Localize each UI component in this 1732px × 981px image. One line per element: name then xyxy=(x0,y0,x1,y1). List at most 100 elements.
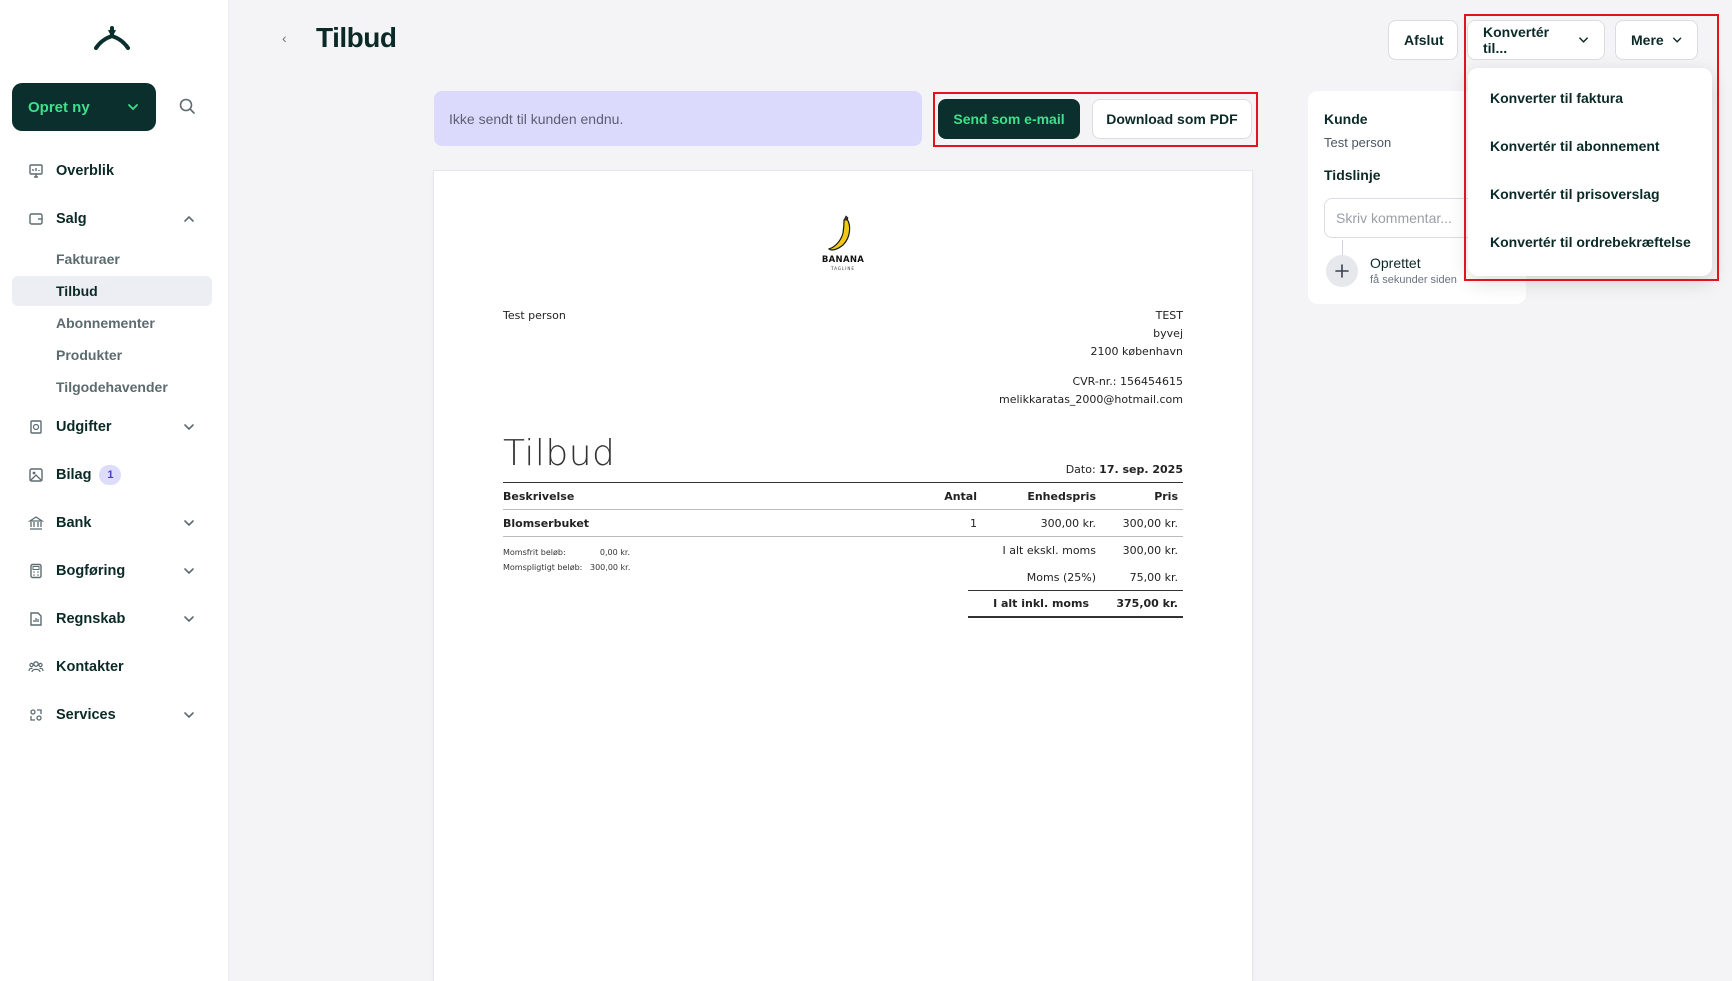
sidebar-item-label: Services xyxy=(56,707,116,723)
afslut-button[interactable]: Afslut xyxy=(1388,20,1458,60)
vat-liable-value: 300,00 kr. xyxy=(590,563,631,572)
search-icon[interactable] xyxy=(178,97,196,115)
customer-label: Kunde xyxy=(1324,111,1368,127)
receipt-icon xyxy=(30,420,42,434)
sidebar-item-produkter[interactable]: Produkter xyxy=(12,340,212,370)
sidebar-item-regnskab[interactable]: Regnskab xyxy=(12,604,212,634)
divider xyxy=(968,616,1183,618)
menu-item-convert-subscription[interactable]: Konvertér til abonnement xyxy=(1490,138,1660,154)
download-pdf-button[interactable]: Download som PDF xyxy=(1092,99,1252,139)
chevron-down-icon xyxy=(128,104,138,111)
vat-liable-label: Momspligtigt beløb: xyxy=(503,563,583,572)
dashboard-icon xyxy=(29,164,43,178)
logo-tagline: TAGLINE xyxy=(831,266,855,271)
sidebar-item-label: Bank xyxy=(56,515,92,531)
chevron-down-icon xyxy=(184,616,194,623)
count-badge: 1 xyxy=(99,465,122,485)
chevron-down-icon xyxy=(184,712,194,719)
line-price: 300,00 kr. xyxy=(1122,517,1178,530)
create-new-label: Opret ny xyxy=(28,98,90,116)
document-title: Tilbud xyxy=(503,433,616,474)
customer-value[interactable]: Test person xyxy=(1324,135,1391,150)
timeline-event-time: få sekunder siden xyxy=(1370,274,1457,286)
date-label: Dato: xyxy=(1065,463,1096,476)
timeline-event-icon xyxy=(1326,255,1358,287)
sidebar-item-overblik[interactable]: Overblik xyxy=(12,156,212,186)
line-desc: Blomserbuket xyxy=(503,517,590,530)
bank-icon xyxy=(28,516,44,530)
create-new-button[interactable]: Opret ny xyxy=(12,83,156,131)
divider xyxy=(503,509,1183,510)
contacts-icon xyxy=(28,661,44,673)
divider xyxy=(968,590,1183,591)
line-unit-price: 300,00 kr. xyxy=(1040,517,1096,530)
sidebar-item-label: Fakturaer xyxy=(56,251,120,267)
services-icon xyxy=(30,709,42,721)
app-logo[interactable] xyxy=(92,26,132,50)
sidebar-item-label: Regnskab xyxy=(56,611,126,627)
sidebar-item-abonnementer[interactable]: Abonnementer xyxy=(12,308,212,338)
vat-value: 75,00 kr. xyxy=(1129,571,1178,584)
sidebar-item-tilbud[interactable]: Tilbud xyxy=(12,276,212,306)
column-header-unit: Enhedspris xyxy=(1027,490,1096,503)
date-value: 17. sep. 2025 xyxy=(1099,463,1183,476)
sidebar-item-label: Tilbud xyxy=(56,283,98,299)
status-text: Ikke sendt til kunden endnu. xyxy=(449,110,624,127)
vat-free-label: Momsfrit beløb: xyxy=(503,548,566,557)
convert-to-label: Konvertér til... xyxy=(1483,24,1550,56)
sidebar-item-label: Salg xyxy=(56,211,87,227)
company-city: 2100 københavn xyxy=(1090,345,1183,358)
sidebar-item-label: Udgifter xyxy=(56,419,112,435)
company-email: melikkaratas_2000@hotmail.com xyxy=(999,393,1183,406)
send-email-button[interactable]: Send som e-mail xyxy=(938,99,1080,139)
convert-dropdown-menu: Konverter til faktura Konvertér til abon… xyxy=(1468,68,1712,276)
more-button[interactable]: Mere xyxy=(1615,20,1698,60)
sidebar-item-label: Bilag xyxy=(56,467,92,483)
calculator-icon xyxy=(30,563,42,579)
quote-document: BANANA TAGLINE Test person TEST byvej 21… xyxy=(434,171,1252,981)
menu-item-convert-invoice[interactable]: Konverter til faktura xyxy=(1490,90,1623,106)
plus-icon xyxy=(1335,264,1349,278)
timeline-label: Tidslinje xyxy=(1324,167,1381,183)
sidebar-item-kontakter[interactable]: Kontakter xyxy=(12,652,212,682)
logo-text: BANANA xyxy=(821,255,865,265)
menu-item-convert-order-confirmation[interactable]: Konvertér til ordrebekræftelse xyxy=(1490,234,1691,250)
page-title: Tilbud xyxy=(316,22,397,53)
total-label: I alt inkl. moms xyxy=(993,597,1089,610)
column-header-price: Pris xyxy=(1154,490,1178,503)
timeline-event-title: Oprettet xyxy=(1370,255,1421,271)
sidebar-item-label: Bogføring xyxy=(56,563,126,579)
sidebar-item-bank[interactable]: Bank xyxy=(12,508,212,538)
divider xyxy=(503,482,1183,483)
sidebar-item-services[interactable]: Services xyxy=(12,700,212,730)
sidebar-item-label: Kontakter xyxy=(56,659,124,675)
sidebar-item-label: Produkter xyxy=(56,347,123,363)
sidebar-item-bilag[interactable]: Bilag 1 xyxy=(12,460,212,490)
chevron-down-icon xyxy=(184,568,194,575)
sidebar-item-bogforing[interactable]: Bogføring xyxy=(12,556,212,586)
chevron-down-icon xyxy=(1672,37,1681,43)
chevron-down-icon xyxy=(184,520,194,527)
sidebar-item-salg[interactable]: Salg xyxy=(12,204,212,234)
sidebar-item-tilgodehavender[interactable]: Tilgodehavender xyxy=(12,372,212,402)
total-value: 375,00 kr. xyxy=(1116,597,1178,610)
vat-label: Moms (25%) xyxy=(1026,571,1096,584)
company-logo: BANANA TAGLINE xyxy=(817,215,869,271)
chevron-up-icon xyxy=(184,215,194,222)
customer-name: Test person xyxy=(503,309,566,322)
sidebar: Opret ny Overblik Salg Fakturaer Tilbud … xyxy=(0,0,229,981)
convert-to-button[interactable]: Konvertér til... xyxy=(1467,20,1605,60)
banana-icon xyxy=(827,215,851,251)
sidebar-item-udgifter[interactable]: Udgifter xyxy=(12,412,212,442)
comment-placeholder: Skriv kommentar... xyxy=(1336,210,1452,226)
sidebar-item-fakturaer[interactable]: Fakturaer xyxy=(12,244,212,274)
sidebar-item-label: Overblik xyxy=(56,163,115,179)
chevron-down-icon xyxy=(1579,37,1588,43)
sidebar-item-label: Abonnementer xyxy=(56,315,155,331)
company-name: TEST xyxy=(1155,309,1183,322)
line-qty: 1 xyxy=(970,517,977,530)
company-cvr: CVR-nr.: 156454615 xyxy=(1072,375,1183,388)
back-button[interactable]: ‹ xyxy=(282,30,287,46)
menu-item-convert-estimate[interactable]: Konvertér til prisoverslag xyxy=(1490,186,1660,202)
subtotal-value: 300,00 kr. xyxy=(1122,544,1178,557)
